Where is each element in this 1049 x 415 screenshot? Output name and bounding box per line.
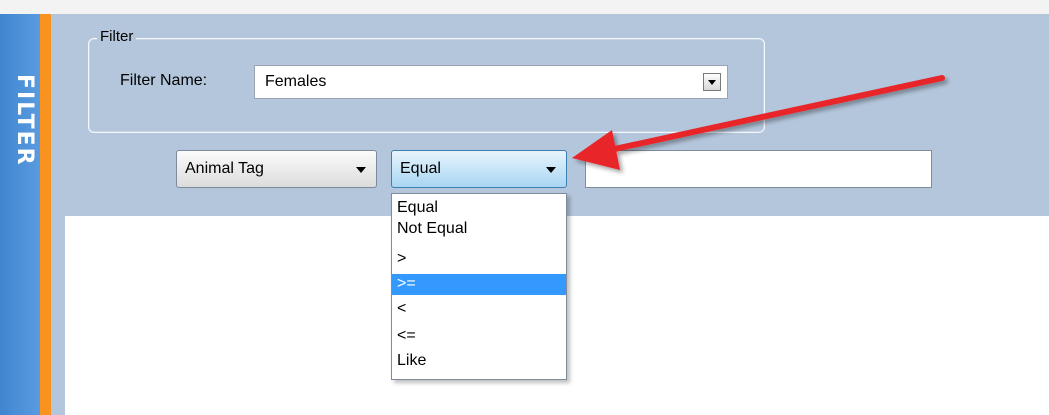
option-like[interactable]: Like bbox=[392, 351, 566, 372]
filter-name-label: Filter Name: bbox=[120, 72, 208, 89]
operator-dropdown-list[interactable]: Equal Not Equal > >= < <= Like bbox=[391, 193, 567, 380]
operator-select[interactable]: Equal bbox=[391, 150, 567, 188]
side-tab-filter[interactable]: FILTER bbox=[0, 14, 40, 415]
option-greater-than[interactable]: > bbox=[392, 249, 566, 270]
side-tab-label: FILTER bbox=[12, 74, 37, 167]
filter-window: FILTER Filter Filter Name: Females Anima… bbox=[0, 0, 1049, 415]
field-select[interactable]: Animal Tag bbox=[176, 150, 377, 188]
operator-select-value: Equal bbox=[400, 160, 441, 177]
option-equal[interactable]: Equal bbox=[392, 198, 566, 219]
filter-name-value: Females bbox=[265, 73, 327, 90]
groupbox-title: Filter bbox=[97, 28, 137, 45]
chevron-down-icon bbox=[356, 167, 366, 173]
field-select-value: Animal Tag bbox=[185, 160, 264, 177]
accent-stripe bbox=[40, 14, 51, 415]
option-less-than[interactable]: < bbox=[392, 299, 566, 320]
side-divider bbox=[51, 14, 65, 415]
option-not-equal[interactable]: Not Equal bbox=[392, 219, 566, 240]
chevron-down-icon[interactable] bbox=[703, 73, 721, 91]
value-input[interactable] bbox=[585, 150, 932, 188]
chevron-down-icon bbox=[546, 167, 556, 173]
option-greater-equal[interactable]: >= bbox=[392, 274, 566, 295]
filter-name-select[interactable]: Females bbox=[254, 65, 728, 99]
option-less-equal[interactable]: <= bbox=[392, 326, 566, 347]
